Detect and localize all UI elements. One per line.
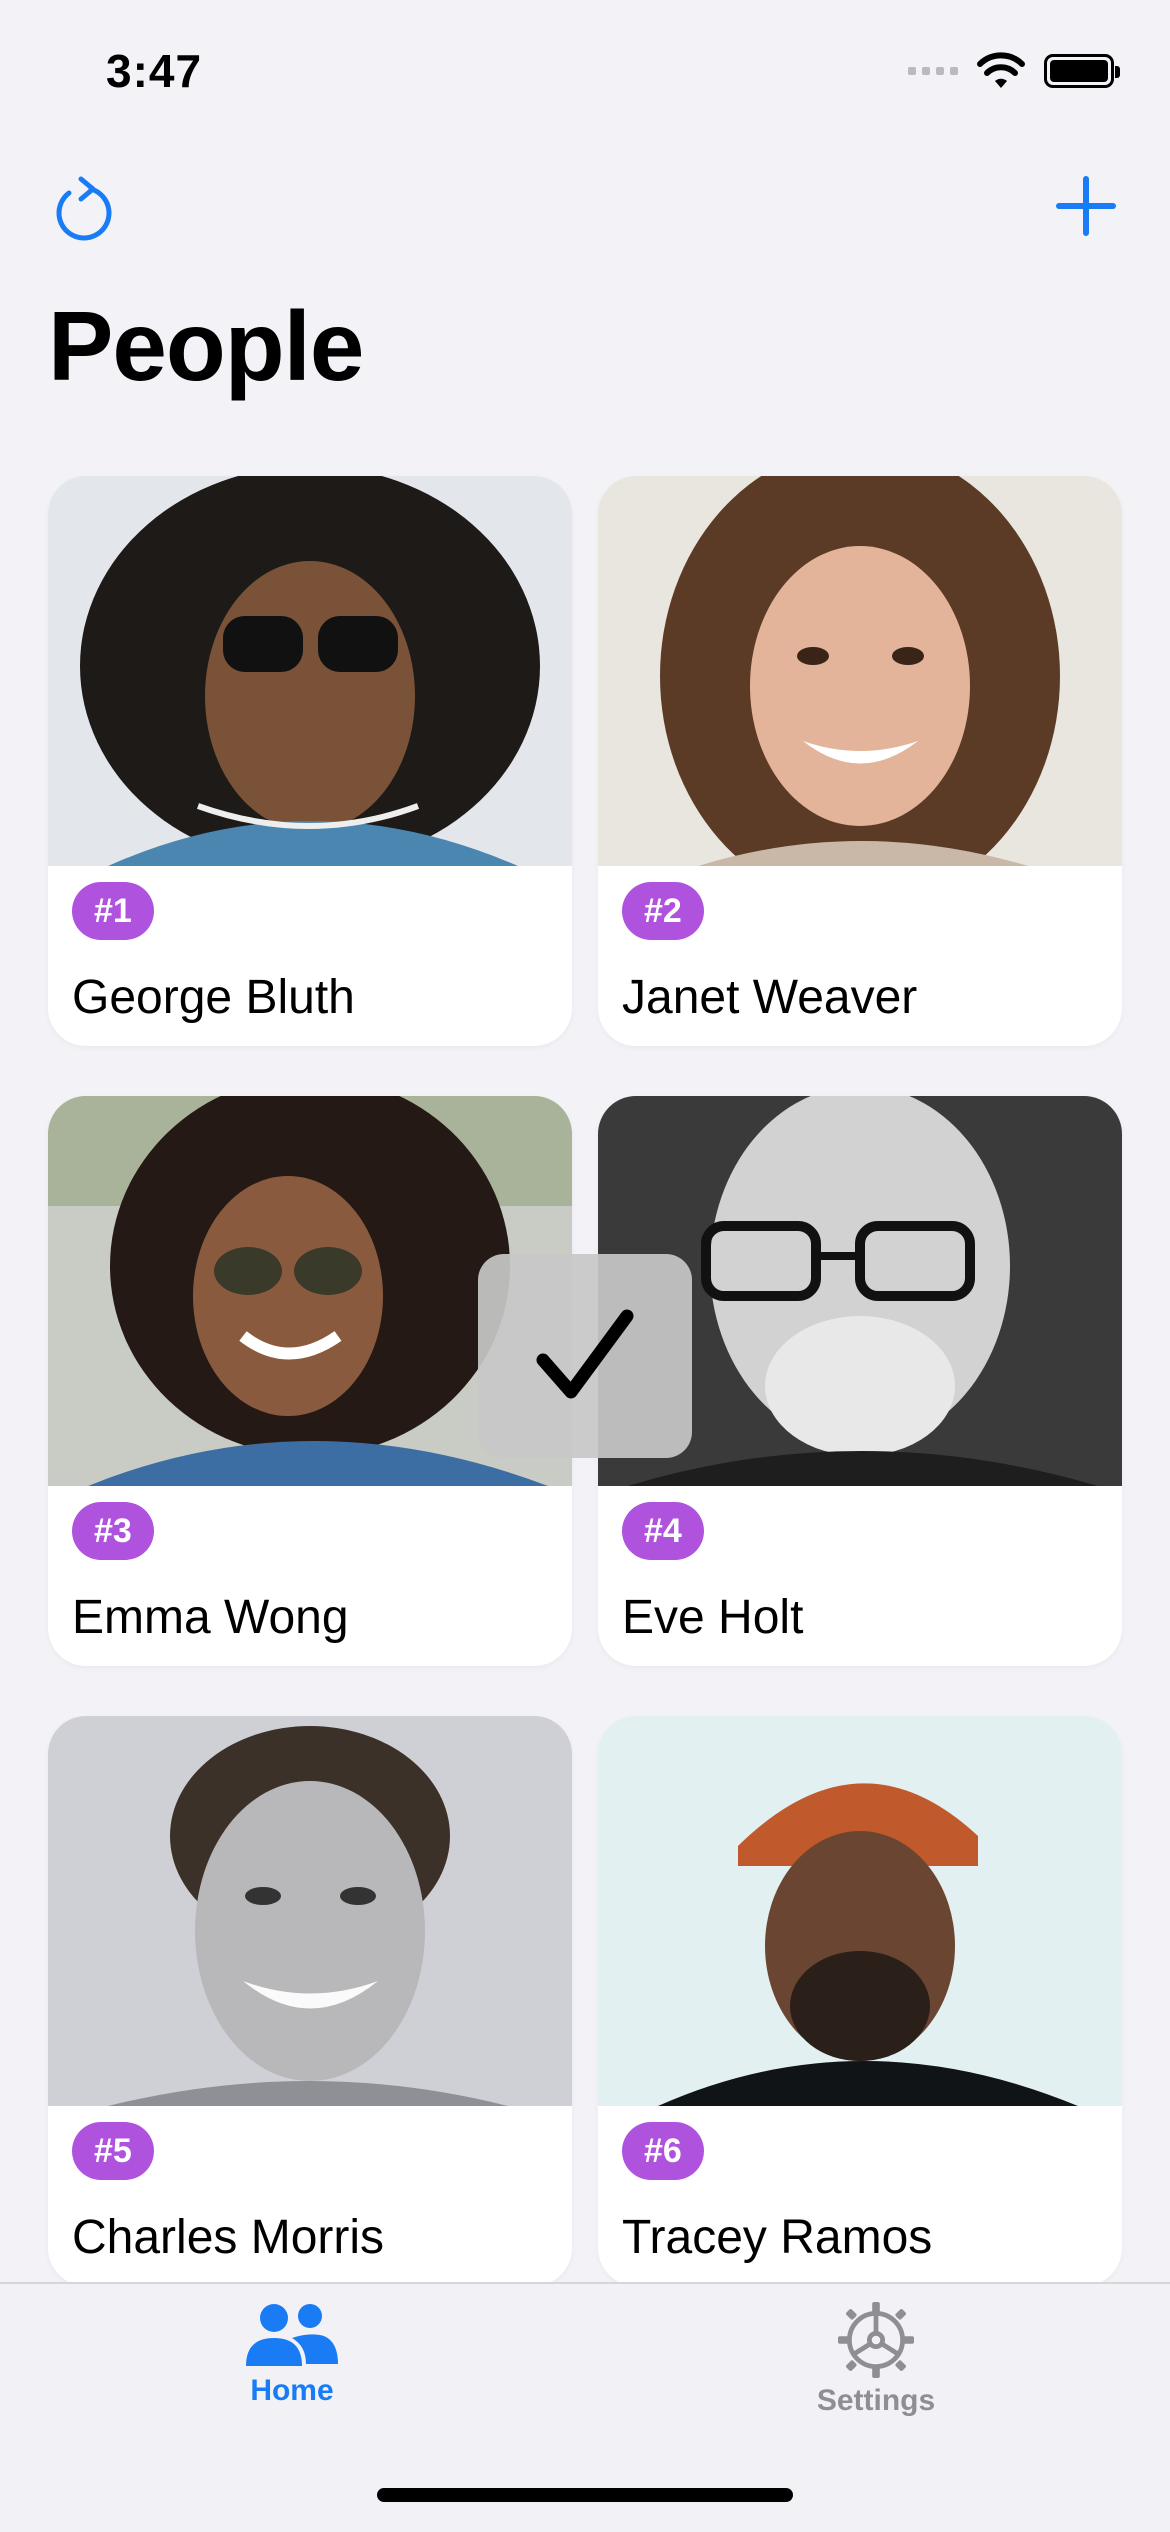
status-icons xyxy=(908,52,1120,90)
success-hud xyxy=(478,1254,692,1458)
person-photo xyxy=(598,476,1122,866)
person-badge: #2 xyxy=(622,882,704,940)
tab-home[interactable]: Home xyxy=(162,2302,422,2408)
cellular-signal-icon xyxy=(908,67,958,75)
refresh-button[interactable] xyxy=(44,170,124,250)
person-card[interactable]: #6 Tracey Ramos xyxy=(598,1716,1122,2286)
person-name: Charles Morris xyxy=(72,2211,385,2264)
battery-icon xyxy=(1044,54,1120,88)
person-photo xyxy=(48,1716,572,2106)
tab-settings[interactable]: Settings xyxy=(746,2302,1006,2418)
refresh-icon xyxy=(56,176,112,241)
tab-home-label: Home xyxy=(250,2374,334,2407)
person-card[interactable]: #2 Janet Weaver xyxy=(598,476,1122,1046)
person-card[interactable]: #1 George Bluth xyxy=(48,476,572,1046)
person-photo xyxy=(48,476,572,866)
person-name: George Bluth xyxy=(72,971,355,1024)
person-name: Emma Wong xyxy=(72,1591,349,1644)
tab-settings-label: Settings xyxy=(816,2384,936,2417)
person-badge: #6 xyxy=(622,2122,704,2180)
person-photo xyxy=(598,1716,1122,2106)
page-title: People xyxy=(48,291,364,401)
checkmark-icon xyxy=(536,1309,634,1399)
status-time: 3:47 xyxy=(106,45,203,97)
person-badge: #5 xyxy=(72,2122,154,2180)
wifi-icon xyxy=(977,52,1025,88)
home-indicator[interactable] xyxy=(377,2488,793,2502)
person-card[interactable]: #5 Charles Morris xyxy=(48,1716,572,2286)
person-name: Tracey Ramos xyxy=(622,2211,933,2264)
add-person-button[interactable] xyxy=(1046,166,1126,246)
app-screen: 3:47 People #1 George Bluth #2 Janet Wea… xyxy=(0,0,1170,2532)
people-icon xyxy=(246,2304,338,2366)
person-badge: #3 xyxy=(72,1502,154,1560)
person-name: Janet Weaver xyxy=(622,971,918,1024)
person-name: Eve Holt xyxy=(622,1591,804,1644)
person-badge: #1 xyxy=(72,882,154,940)
plus-icon xyxy=(1056,176,1116,236)
gear-icon xyxy=(838,2302,914,2378)
person-badge: #4 xyxy=(622,1502,704,1560)
